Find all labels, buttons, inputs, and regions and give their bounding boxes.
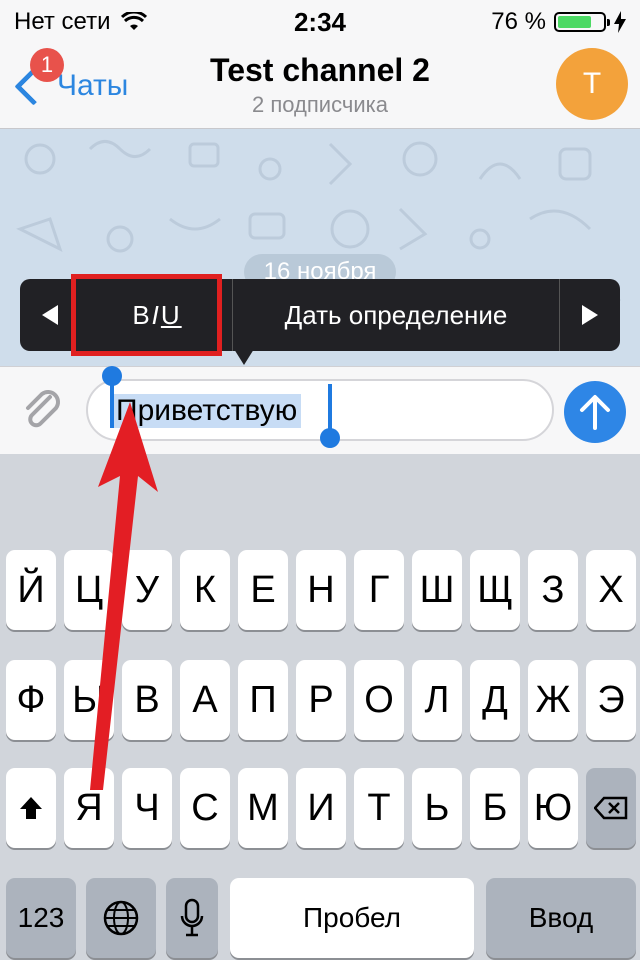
dictation-key[interactable] — [166, 878, 218, 958]
numbers-key[interactable]: 123 — [6, 878, 76, 958]
key-row3-0[interactable]: Я — [64, 768, 114, 848]
menu-next-button[interactable] — [559, 279, 620, 351]
key-row2-8[interactable]: Д — [470, 660, 520, 740]
key-row2-4[interactable]: П — [238, 660, 288, 740]
key-row1-7[interactable]: Ш — [412, 550, 462, 630]
shift-key[interactable] — [6, 768, 56, 848]
key-row3-4[interactable]: И — [296, 768, 346, 848]
key-row2-2[interactable]: В — [122, 660, 172, 740]
define-button[interactable]: Дать определение — [234, 279, 558, 351]
selection-start-caret — [110, 384, 114, 428]
key-row1-3[interactable]: К — [180, 550, 230, 630]
key-row2-5[interactable]: Р — [296, 660, 346, 740]
key-row1-10[interactable]: Х — [586, 550, 636, 630]
key-row2-3[interactable]: А — [180, 660, 230, 740]
key-row3-8[interactable]: Ю — [528, 768, 578, 848]
battery-percent: 76 % — [491, 8, 546, 35]
key-row3-6[interactable]: Ь — [412, 768, 462, 848]
key-row2-9[interactable]: Ж — [528, 660, 578, 740]
key-row1-4[interactable]: Е — [238, 550, 288, 630]
triangle-left-icon — [42, 305, 58, 325]
key-row1-5[interactable]: Н — [296, 550, 346, 630]
key-row2-0[interactable]: Ф — [6, 660, 56, 740]
key-row1-9[interactable]: З — [528, 550, 578, 630]
microphone-icon — [180, 898, 204, 937]
return-key[interactable]: Ввод — [486, 878, 636, 958]
triangle-right-icon — [582, 305, 598, 325]
key-row1-8[interactable]: Щ — [470, 550, 520, 630]
globe-icon — [103, 900, 139, 936]
chat-header: Чаты 1 Test channel 2 2 подписчика T — [0, 40, 640, 129]
key-row1-1[interactable]: Ц — [64, 550, 114, 630]
message-input-text: Приветствую — [112, 394, 302, 428]
key-row3-1[interactable]: Ч — [122, 768, 172, 848]
key-row3-3[interactable]: М — [238, 768, 288, 848]
backspace-icon — [593, 796, 628, 820]
key-row1-2[interactable]: У — [122, 550, 172, 630]
channel-title[interactable]: Test channel 2 — [0, 52, 640, 89]
space-key[interactable]: Пробел — [230, 878, 474, 958]
send-button[interactable] — [564, 381, 626, 443]
key-row3-7[interactable]: Б — [470, 768, 520, 848]
shift-icon — [20, 797, 42, 819]
key-row3-5[interactable]: Т — [354, 768, 404, 848]
menu-pointer — [234, 349, 254, 365]
key-row3-2[interactable]: С — [180, 768, 230, 848]
message-input[interactable]: Приветствую — [86, 379, 554, 441]
subscriber-count: 2 подписчика — [252, 92, 388, 117]
charging-icon — [614, 11, 626, 33]
key-row2-6[interactable]: О — [354, 660, 404, 740]
arrow-up-icon — [580, 395, 610, 430]
globe-key[interactable] — [86, 878, 156, 958]
status-bar: Нет сети 2:34 76 % — [0, 0, 640, 40]
selection-end-caret — [328, 384, 332, 432]
selection-end-handle[interactable] — [320, 428, 340, 448]
channel-avatar[interactable]: T — [556, 48, 628, 120]
keyboard: 123 Пробел Ввод ЙЦУКЕНГШЩЗХ ФЫВАПРОЛДЖЭ ЯЧ… — [0, 454, 640, 960]
annotation-highlight-box — [71, 274, 222, 356]
key-row2-7[interactable]: Л — [412, 660, 462, 740]
key-row2-1[interactable]: Ы — [64, 660, 114, 740]
backspace-key[interactable] — [586, 768, 636, 848]
key-row2-10[interactable]: Э — [586, 660, 636, 740]
status-right: 76 % — [491, 8, 626, 36]
selection-start-handle[interactable] — [102, 366, 122, 386]
key-row1-6[interactable]: Г — [354, 550, 404, 630]
battery-icon — [554, 12, 610, 32]
key-row1-0[interactable]: Й — [6, 550, 56, 630]
paperclip-icon[interactable] — [18, 385, 68, 435]
